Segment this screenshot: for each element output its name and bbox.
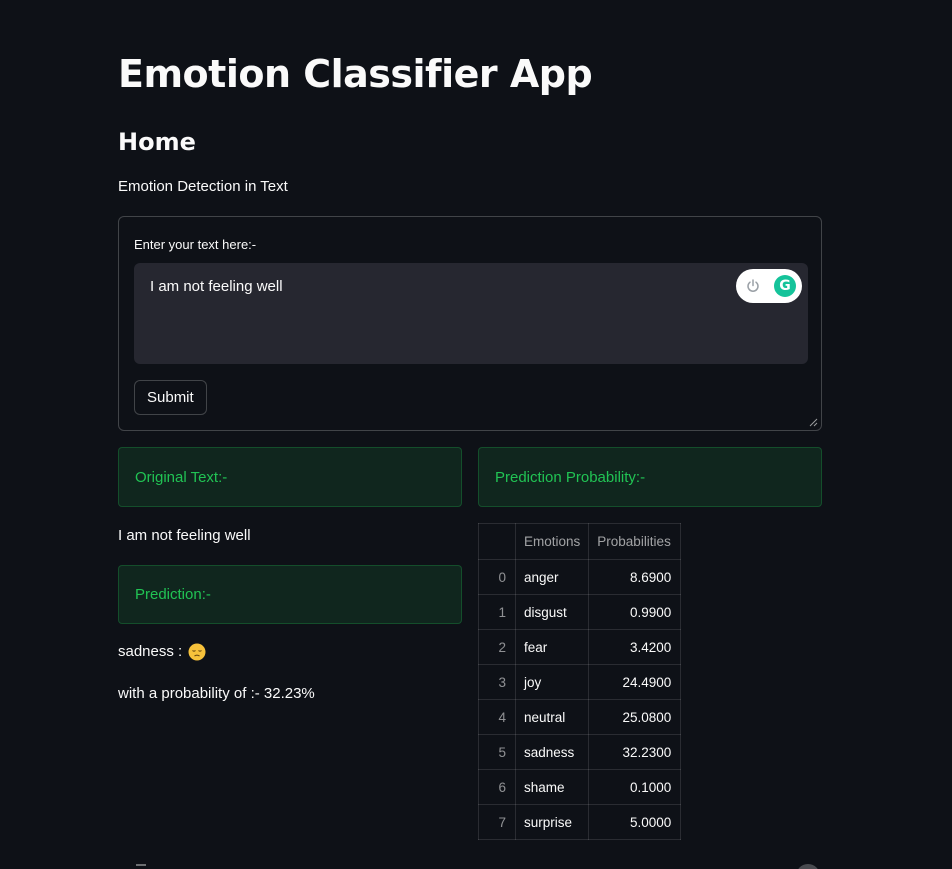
grammarly-icon[interactable]: G (774, 275, 796, 297)
prediction-probability-text: with a probability of :- 32.23% (118, 685, 315, 702)
status-widget-icon[interactable] (796, 864, 820, 869)
table-row: 5 sadness 32.2300 (478, 734, 682, 770)
page-heading: Home (118, 128, 196, 156)
original-text-header: Original Text:- (118, 447, 462, 507)
emotion-cell: fear (514, 629, 590, 665)
footer-decoration (136, 864, 146, 869)
column-header-emotions[interactable]: Emotions (514, 523, 590, 560)
text-input-label: Enter your text here:- (134, 237, 257, 252)
probability-cell: 8.6900 (588, 559, 682, 595)
row-index: 3 (478, 664, 516, 700)
table-row: 6 shame 0.1000 (478, 769, 682, 805)
text-input-area[interactable]: I am not feeling well (134, 263, 808, 364)
probability-cell: 5.0000 (588, 804, 682, 840)
column-header-probabilities[interactable]: Probabilities (588, 523, 682, 560)
text-input-form: Enter your text here:- I am not feeling … (118, 216, 822, 431)
grammarly-widget[interactable]: G (736, 269, 802, 303)
app-title: Emotion Classifier App (118, 52, 593, 96)
original-text-value: I am not feeling well (118, 527, 251, 544)
row-index: 2 (478, 629, 516, 665)
emotion-cell: joy (514, 664, 590, 700)
emotion-cell: disgust (514, 594, 590, 630)
probability-cell: 25.0800 (588, 699, 682, 735)
table-row: 7 surprise 5.0000 (478, 804, 682, 840)
table-row: 4 neutral 25.0800 (478, 699, 682, 735)
table-row: 0 anger 8.6900 (478, 559, 682, 595)
row-index: 5 (478, 734, 516, 770)
probability-cell: 24.4900 (588, 664, 682, 700)
row-index: 0 (478, 559, 516, 595)
row-index: 4 (478, 699, 516, 735)
emotion-cell: sadness (514, 734, 590, 770)
prediction-result: sadness : (118, 642, 206, 662)
probability-cell: 0.9900 (588, 594, 682, 630)
row-index: 7 (478, 804, 516, 840)
table-row: 1 disgust 0.9900 (478, 594, 682, 630)
power-icon[interactable] (746, 279, 760, 293)
table-row: 3 joy 24.4900 (478, 664, 682, 700)
probability-table: Emotions Probabilities 0 anger 8.6900 1 … (478, 523, 682, 840)
resize-handle-icon[interactable] (808, 417, 818, 427)
probability-cell: 3.4200 (588, 629, 682, 665)
row-index: 6 (478, 769, 516, 805)
probability-cell: 0.1000 (588, 769, 682, 805)
disappointed-face-icon (188, 643, 206, 661)
table-row: 2 fear 3.4200 (478, 629, 682, 665)
table-header-row: Emotions Probabilities (478, 523, 682, 560)
row-index: 1 (478, 594, 516, 630)
emotion-cell: surprise (514, 804, 590, 840)
prediction-header: Prediction:- (118, 565, 462, 624)
probability-cell: 32.2300 (588, 734, 682, 770)
emotion-cell: anger (514, 559, 590, 595)
app-page: Emotion Classifier App Home Emotion Dete… (0, 0, 952, 869)
emotion-cell: shame (514, 769, 590, 805)
submit-button[interactable]: Submit (134, 380, 207, 415)
emotion-cell: neutral (514, 699, 590, 735)
prediction-label: sadness : (118, 643, 183, 660)
column-header-index[interactable] (478, 523, 516, 560)
text-input-value: I am not feeling well (150, 278, 283, 295)
page-subtitle: Emotion Detection in Text (118, 178, 288, 195)
prediction-probability-header: Prediction Probability:- (478, 447, 822, 507)
